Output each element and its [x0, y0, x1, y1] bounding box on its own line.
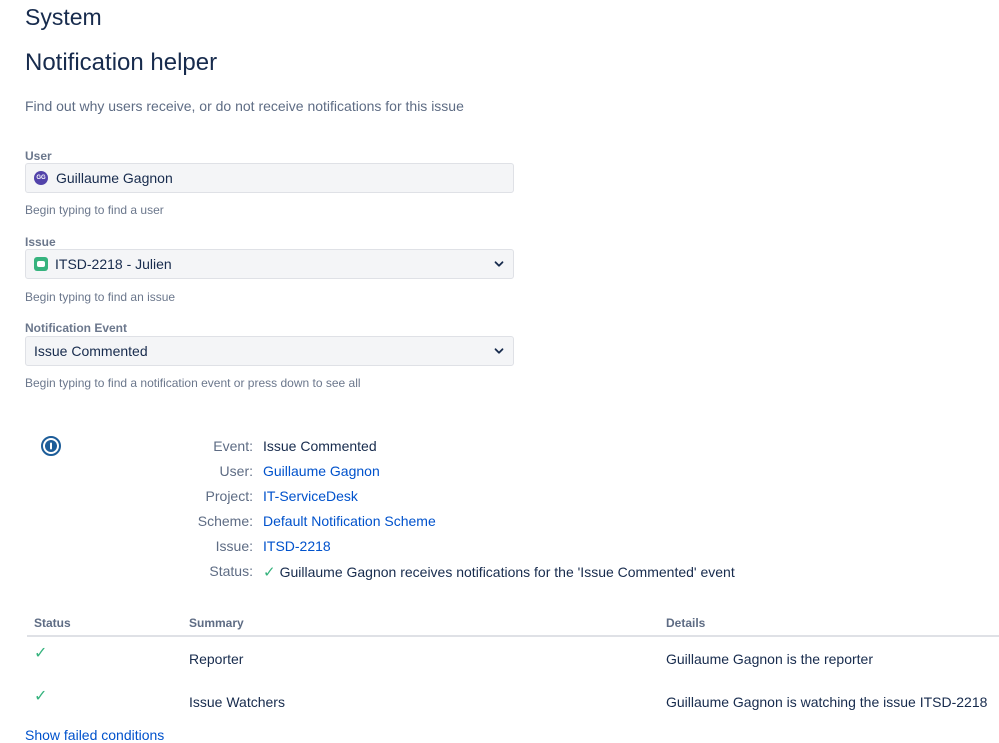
summary-status-value: ✓ Guillaume Gagnon receives notifications…: [263, 563, 735, 583]
system-heading: System: [25, 4, 102, 30]
summary-scheme-label: Scheme:: [197, 513, 253, 529]
header-summary: Summary: [182, 612, 659, 637]
summary-status-text: Guillaume Gagnon receives notifications …: [279, 564, 735, 580]
check-icon: ✓: [263, 564, 276, 581]
summary-row-user: User: Guillaume Gagnon: [25, 463, 925, 483]
results-header-row: Status Summary Details: [27, 612, 999, 637]
summary-project-label: Project:: [205, 488, 253, 504]
notification-event-select[interactable]: Issue Commented: [25, 336, 514, 366]
summary-user-label: User:: [219, 463, 253, 479]
summary-issue-label: Issue:: [215, 538, 253, 554]
chevron-down-icon[interactable]: [493, 345, 505, 357]
summary-row-project: Project: IT-ServiceDesk: [25, 488, 925, 508]
summary-row-issue: Issue: ITSD-2218: [25, 538, 925, 558]
user-picker-value: Guillaume Gagnon: [56, 170, 173, 186]
check-icon: ✓: [34, 645, 48, 662]
summary-user-link[interactable]: Guillaume Gagnon: [263, 463, 380, 483]
header-details: Details: [659, 612, 999, 637]
summary-row-event: Event: Issue Commented: [25, 438, 925, 458]
summary-status-label: Status:: [209, 563, 253, 579]
user-avatar: GG: [34, 171, 48, 185]
table-row: ✓ Reporter Guillaume Gagnon is the repor…: [27, 636, 999, 680]
page-description: Find out why users receive, or do not re…: [25, 98, 464, 114]
user-field-label: User: [25, 149, 52, 163]
user-field-help: Begin typing to find a user: [25, 203, 164, 217]
issue-picker-select[interactable]: ITSD-2218 - Julien: [25, 249, 514, 279]
page-title: Notification helper: [25, 49, 218, 76]
issue-field-help: Begin typing to find an issue: [25, 290, 176, 304]
summary-row-status: Status: ✓ Guillaume Gagnon receives notif…: [25, 563, 925, 583]
row-details: Guillaume Gagnon is watching the issue I…: [666, 693, 988, 710]
summary-event-value: Issue Commented: [263, 438, 377, 454]
event-field-help: Begin typing to find a notification even…: [25, 376, 361, 390]
table-row: ✓ Issue Watchers Guillaume Gagnon is wat…: [27, 680, 999, 723]
check-icon: ✓: [34, 688, 48, 705]
service-request-icon: [34, 257, 48, 271]
row-details: Guillaume Gagnon is the reporter: [666, 650, 873, 667]
summary-project-link[interactable]: IT-ServiceDesk: [263, 488, 358, 508]
show-failed-conditions-link[interactable]: Show failed conditions: [25, 727, 164, 743]
summary-event-label: Event:: [213, 438, 253, 454]
chevron-down-icon[interactable]: [493, 258, 505, 270]
notification-event-value: Issue Commented: [34, 343, 148, 359]
issue-picker-value: ITSD-2218 - Julien: [55, 256, 172, 272]
row-summary: Issue Watchers: [189, 693, 285, 710]
summary-issue-link[interactable]: ITSD-2218: [263, 538, 331, 558]
issue-field-label: Issue: [25, 235, 56, 249]
results-table: Status Summary Details ✓ Reporter Guilla…: [27, 612, 999, 723]
header-status: Status: [27, 612, 182, 637]
row-summary: Reporter: [189, 650, 244, 667]
summary-scheme-link[interactable]: Default Notification Scheme: [263, 513, 436, 533]
summary-row-scheme: Scheme: Default Notification Scheme: [25, 513, 925, 533]
event-field-label: Notification Event: [25, 321, 128, 335]
user-picker-input[interactable]: GG Guillaume Gagnon: [25, 163, 514, 193]
